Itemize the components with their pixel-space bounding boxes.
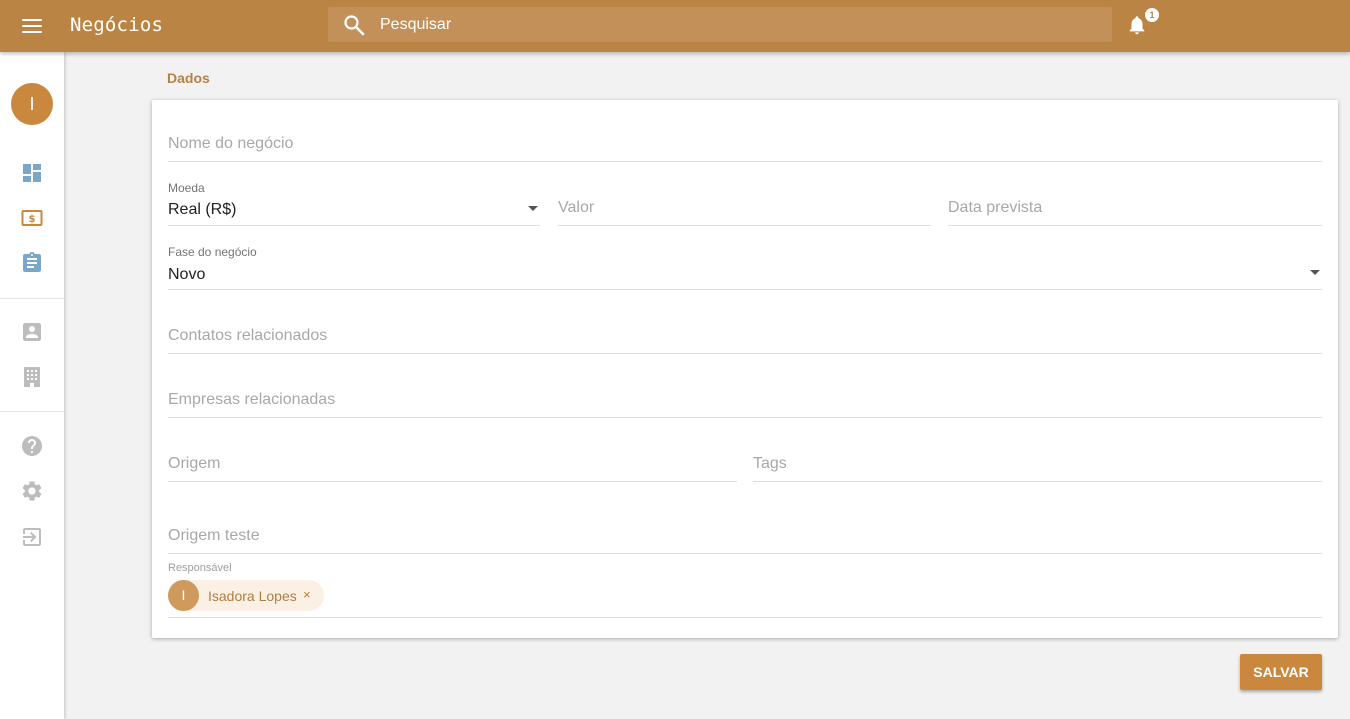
search-icon [344, 15, 365, 36]
sidebar-divider [0, 411, 64, 412]
svg-text:$: $ [29, 214, 36, 225]
expected-date-placeholder: Data prevista [948, 199, 1043, 216]
section-title: Dados [167, 70, 210, 86]
save-button[interactable]: SALVAR [1240, 654, 1322, 690]
help-icon[interactable] [20, 434, 44, 458]
settings-gear-icon[interactable] [20, 479, 44, 503]
responsible-chip[interactable]: I Isadora Lopes × [168, 580, 324, 611]
menu-icon[interactable] [16, 14, 48, 38]
origin-placeholder: Origem [168, 455, 221, 472]
value-placeholder: Valor [558, 199, 595, 216]
chip-label: Isadora Lopes [208, 588, 297, 604]
related-contacts-placeholder: Contatos relacionados [168, 327, 328, 344]
notification-badge: 1 [1145, 8, 1159, 22]
contacts-icon[interactable] [20, 320, 44, 344]
deal-name-placeholder: Nome do negócio [168, 135, 294, 152]
deal-stage-value: Novo [168, 266, 206, 283]
logout-icon[interactable] [20, 525, 44, 549]
user-avatar[interactable]: I [11, 83, 53, 125]
chevron-down-icon [528, 206, 538, 211]
dashboard-icon[interactable] [20, 161, 44, 185]
sidebar: I $ [0, 52, 64, 719]
deal-stage-label: Fase do negócio [168, 245, 257, 259]
origin-test-placeholder: Origem teste [168, 527, 260, 544]
deals-money-icon[interactable]: $ [20, 206, 44, 230]
related-companies-field[interactable]: Empresas relacionadas [168, 384, 1322, 418]
related-contacts-field[interactable]: Contatos relacionados [168, 320, 1322, 354]
search-input[interactable] [380, 7, 1080, 42]
responsible-field[interactable]: Responsável [168, 562, 1322, 618]
currency-value: Real (R$) [168, 201, 237, 218]
avatar: I [168, 580, 199, 611]
tags-placeholder: Tags [753, 455, 787, 472]
deal-name-field[interactable]: Nome do negócio [168, 128, 1322, 162]
currency-label: Moeda [168, 181, 205, 195]
currency-select[interactable]: Moeda Real (R$) [168, 180, 540, 226]
companies-building-icon[interactable] [20, 365, 44, 389]
chevron-down-icon [1310, 270, 1320, 275]
related-companies-placeholder: Empresas relacionadas [168, 391, 336, 408]
value-field[interactable]: Valor [558, 192, 931, 226]
expected-date-field[interactable]: Data prevista [948, 192, 1322, 226]
tags-field[interactable]: Tags [753, 448, 1322, 482]
tasks-clipboard-icon[interactable] [20, 251, 44, 275]
page-title: Negócios [70, 14, 164, 36]
responsible-label: Responsável [168, 562, 232, 574]
top-app-bar: Negócios 1 [0, 0, 1350, 52]
deal-stage-select[interactable]: Fase do negócio Novo [168, 244, 1322, 290]
origin-test-field[interactable]: Origem teste [168, 520, 1322, 554]
sidebar-divider [0, 298, 64, 299]
deal-form-card: Nome do negócio Moeda Real (R$) Valor Da… [152, 100, 1338, 638]
origin-field[interactable]: Origem [168, 448, 737, 482]
close-icon[interactable]: × [303, 587, 311, 602]
search-bar[interactable] [328, 7, 1112, 42]
